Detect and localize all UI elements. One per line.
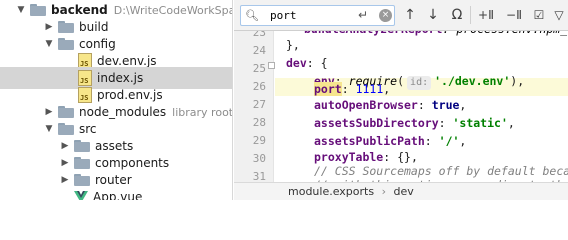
breadcrumb-item[interactable]: module.exports — [288, 185, 374, 198]
find-all-icon[interactable]: Ω — [449, 7, 465, 23]
line-number: 24 — [252, 44, 266, 57]
search-input[interactable] — [270, 8, 355, 23]
folder-icon — [74, 157, 91, 169]
arrow-up-icon[interactable]: ↑ — [402, 7, 418, 23]
tree-item-label: assets — [95, 139, 134, 153]
select-all-icon[interactable]: ☑ — [531, 7, 547, 23]
folder-icon — [58, 123, 75, 135]
code-line: autoOpenBrowser: true, — [314, 98, 467, 112]
breadcrumb-separator: › — [381, 185, 386, 198]
code-line: assetsSubDirectory: 'static', — [314, 116, 515, 130]
chevron-down-icon[interactable]: ▼ — [14, 5, 28, 15]
chevron-right-icon[interactable]: ▶ — [58, 175, 72, 185]
tree-item-label: index.js — [97, 71, 144, 85]
folder-icon — [58, 106, 75, 118]
tree-item-label: App.vue — [93, 190, 143, 200]
chevron-right-icon[interactable]: ▶ — [58, 158, 72, 168]
chevron-down-icon[interactable]: ▼ — [42, 124, 56, 134]
tree-item-label: components — [95, 156, 170, 170]
line-number: 30 — [252, 152, 266, 165]
folder-icon — [58, 38, 75, 50]
filter-icon[interactable]: ▽ — [551, 7, 567, 23]
tree-item-label: dev.env.js — [97, 54, 157, 68]
tree-item-label: node_modules — [79, 105, 167, 119]
tree-item-label: backend — [51, 3, 108, 17]
tree-item-path: D:\WriteCodeWorkSpace\H — [113, 3, 232, 17]
chevron-right-icon[interactable]: ▶ — [58, 141, 72, 151]
tree-item-label: prod.env.js — [97, 88, 163, 102]
folder-icon — [58, 21, 75, 33]
tree-item-label: build — [79, 20, 109, 34]
code-line: }, — [286, 38, 300, 52]
parameter-hint: id: — [407, 76, 432, 90]
folder-icon — [30, 4, 47, 16]
tree-item-label: config — [79, 37, 116, 51]
newline-icon[interactable]: ↵ — [358, 8, 368, 22]
breadcrumb-item[interactable]: dev — [394, 185, 414, 198]
vue-file-icon — [74, 191, 88, 200]
line-number: 29 — [252, 134, 266, 147]
folder-icon — [74, 140, 91, 152]
search-match: port — [314, 82, 342, 96]
search-box[interactable]: 🔍︎ ↵ × — [240, 5, 395, 26]
code-line: dev: { — [286, 56, 328, 70]
tree-item-label: src — [79, 122, 97, 136]
search-icon[interactable]: 🔍︎ — [245, 9, 259, 22]
remove-occurrence-icon[interactable]: −Ⅱ — [506, 7, 522, 23]
toolbar-separator — [470, 6, 471, 24]
add-occurrence-icon[interactable]: +Ⅱ — [478, 7, 494, 23]
fold-marker-icon[interactable] — [268, 62, 275, 69]
line-number: 28 — [252, 116, 266, 129]
line-number: 25 — [252, 62, 266, 75]
chevron-down-icon[interactable]: ▼ — [42, 39, 56, 49]
breadcrumb: module.exports › dev — [234, 182, 568, 200]
clear-search-icon[interactable]: × — [379, 9, 392, 22]
project-tree: ▼ backend D:\WriteCodeWorkSpace\H ▶ buil… — [0, 0, 233, 200]
line-number: 27 — [252, 98, 266, 111]
arrow-down-icon[interactable]: ↓ — [425, 7, 441, 23]
line-number: 26 — [252, 80, 266, 93]
tree-item-app-vue[interactable]: App.vue — [0, 186, 232, 200]
library-root-note: library root — [172, 105, 233, 119]
chevron-right-icon[interactable]: ▶ — [42, 107, 56, 117]
find-bar: 🔍︎ ↵ × ↑ ↓ Ω +Ⅱ −Ⅱ ☑ ▽ — [234, 0, 568, 31]
chevron-right-icon[interactable]: ▶ — [42, 22, 56, 32]
code-editor[interactable]: 23 24 25 26 27 28 29 30 31 bundleAnalyze… — [234, 0, 568, 200]
folder-icon — [74, 174, 91, 186]
tree-item-label: router — [95, 173, 132, 187]
